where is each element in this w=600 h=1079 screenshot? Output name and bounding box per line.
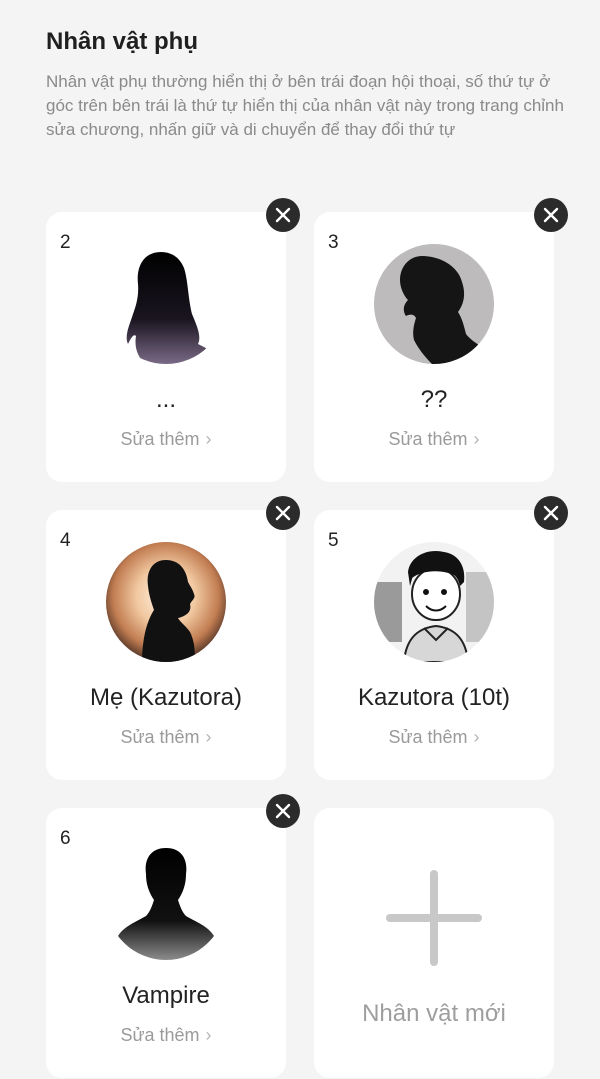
edit-more-label: Sửa thêm [388,429,468,449]
avatar [106,542,226,662]
edit-more-link[interactable]: Sửa thêm › [314,727,554,748]
chevron-right-icon: › [205,727,212,747]
edit-more-label: Sửa thêm [120,429,200,449]
plus-icon [386,870,482,966]
order-number: 2 [60,232,71,253]
chevron-right-icon: › [473,429,480,449]
header: Nhân vật phụ Nhân vật phụ thường hiển th… [46,28,566,142]
edit-more-link[interactable]: Sửa thêm › [46,1025,286,1046]
order-number: 4 [60,530,71,551]
character-card-4[interactable]: 4 Mẹ (Kazutora) Sửa thêm › [46,496,300,780]
close-icon[interactable] [266,496,300,530]
edit-more-label: Sửa thêm [388,727,468,747]
edit-more-link[interactable]: Sửa thêm › [46,429,286,450]
close-icon[interactable] [534,198,568,232]
character-name: Vampire [122,982,210,1009]
avatar [106,244,226,364]
close-icon[interactable] [266,198,300,232]
page-description: Nhân vật phụ thường hiển thị ở bên trái … [46,72,564,139]
avatar [374,542,494,662]
character-name: Mẹ (Kazutora) [89,684,243,711]
chevron-right-icon: › [205,429,212,449]
character-name: Kazutora (10t) [357,684,511,711]
order-number: 6 [60,828,71,849]
character-card-2[interactable]: 2 ... Sửa thêm › [46,198,300,482]
chevron-right-icon: › [205,1025,212,1045]
edit-more-link[interactable]: Sửa thêm › [314,429,554,450]
character-name: ?? [420,386,448,413]
chevron-right-icon: › [473,727,480,747]
edit-more-label: Sửa thêm [120,727,200,747]
edit-more-label: Sửa thêm [120,1025,200,1045]
avatar [374,244,494,364]
character-name: ... [155,386,176,413]
page-title: Nhân vật phụ [46,28,199,55]
order-number: 5 [328,530,339,551]
character-card-5[interactable]: 5 Kazutora (10t) Sửa thêm › [314,496,568,780]
new-character-label: Nhân vật mới [362,1000,506,1027]
close-icon[interactable] [266,794,300,828]
order-number: 3 [328,232,339,253]
edit-more-link[interactable]: Sửa thêm › [46,727,286,748]
new-character-button[interactable]: Nhân vật mới [314,808,554,1078]
close-icon[interactable] [534,496,568,530]
character-card-3[interactable]: 3 ?? Sửa thêm › [314,198,568,482]
avatar [106,840,226,960]
character-card-6[interactable]: 6 Vampire Sửa thêm › [46,794,300,1078]
